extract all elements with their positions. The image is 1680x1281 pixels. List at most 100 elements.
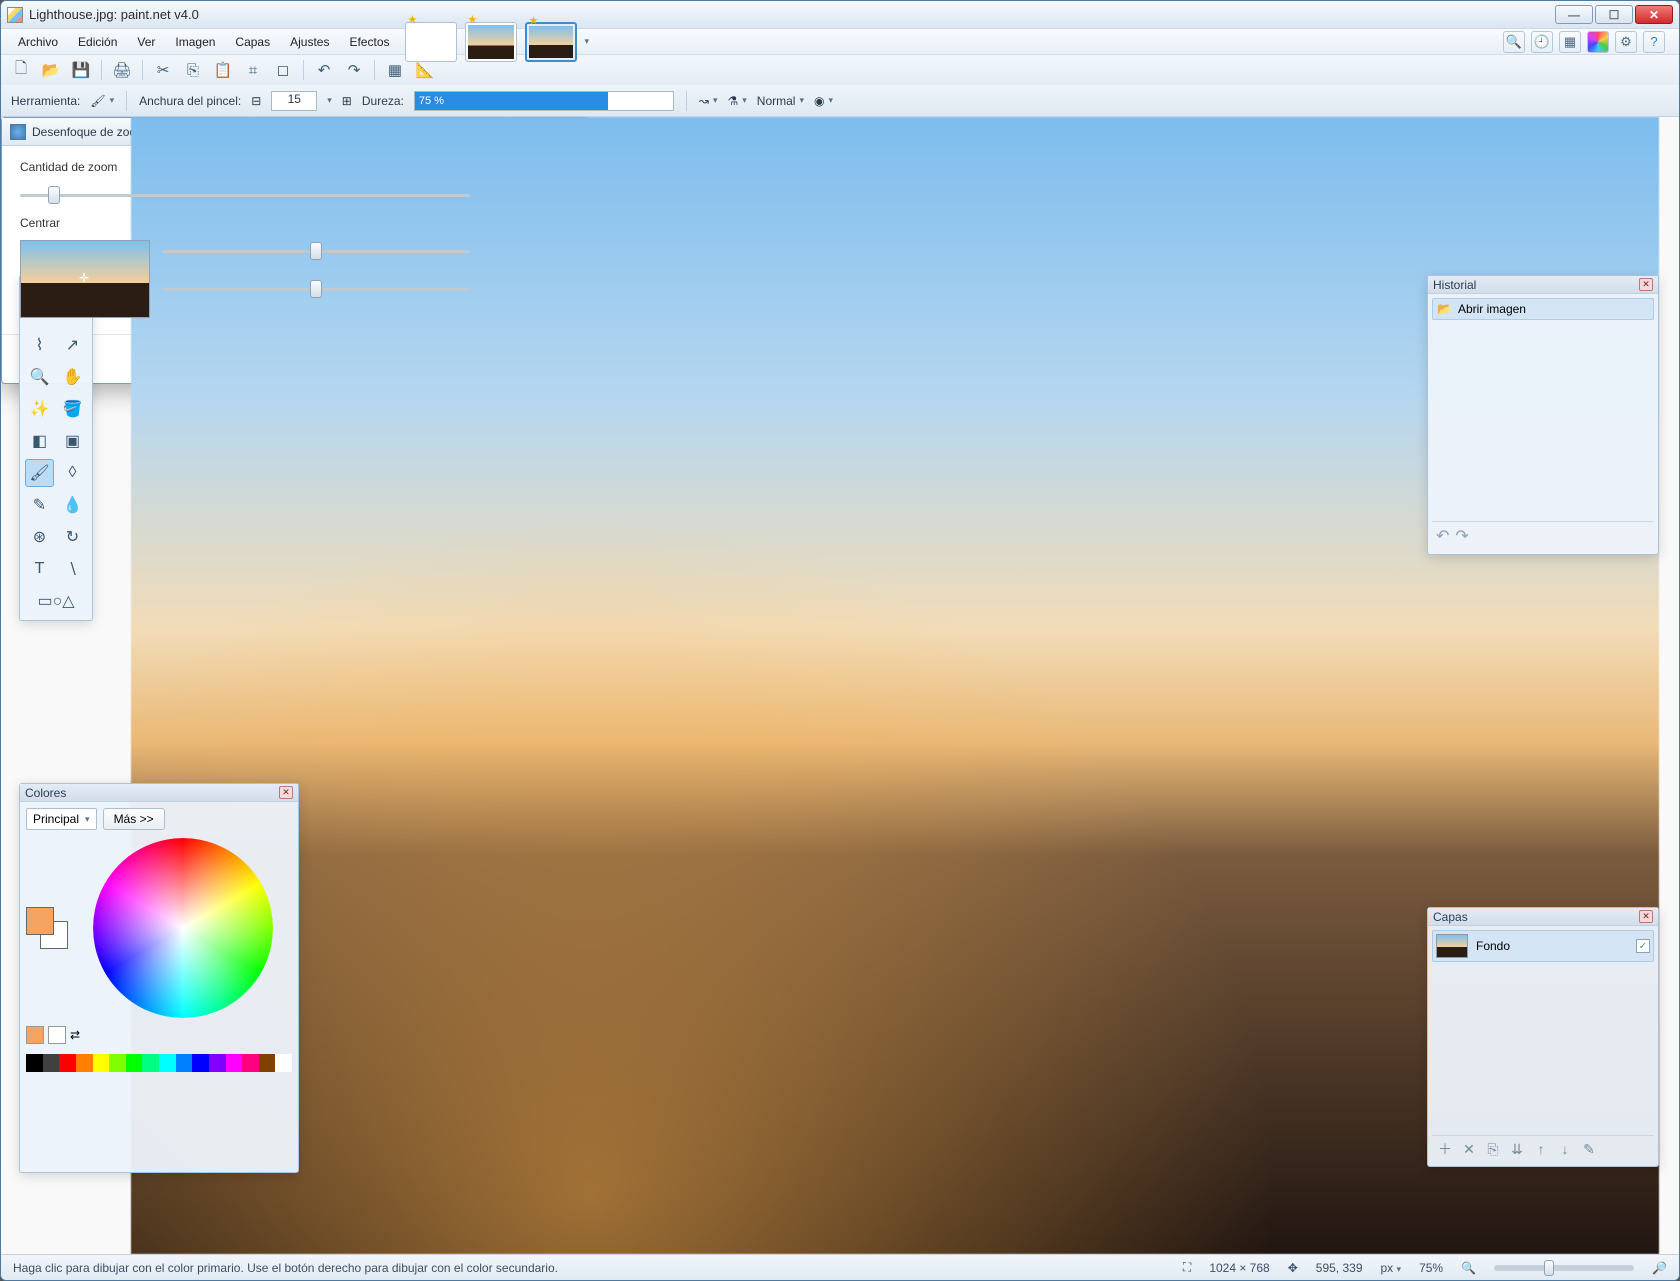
brush-width-input[interactable]: 15 [271, 91, 317, 111]
tool-pan[interactable]: ✋ [58, 363, 87, 391]
antialias-toggle[interactable]: ↝▾ [699, 94, 718, 108]
image-tab-1[interactable] [405, 22, 457, 62]
brush-width-dropdown-icon[interactable]: ▾ [327, 95, 332, 106]
tool-tolerance[interactable]: ▣ [58, 427, 87, 455]
image-tab-3[interactable] [525, 22, 577, 62]
zoom-out-icon[interactable]: 🔍 [1461, 1261, 1476, 1275]
tool-text[interactable]: T [25, 555, 54, 583]
tool-pencil[interactable]: ✎ [25, 491, 54, 519]
ruler-icon[interactable]: 📐 [413, 58, 437, 82]
palette-swatch[interactable] [59, 1054, 76, 1072]
tool-eraser[interactable]: ◊ [58, 459, 87, 487]
layer-visibility-checkbox[interactable]: ✓ [1636, 939, 1650, 953]
increment-width-icon[interactable]: ⊞ [342, 94, 352, 108]
palette-swatch[interactable] [242, 1054, 259, 1072]
undo-icon[interactable]: ↶ [312, 58, 336, 82]
tool-lasso[interactable]: ⌇ [25, 331, 54, 359]
tool-selector[interactable]: 🖌▾ [90, 94, 114, 108]
save-file-icon[interactable]: 💾 [69, 58, 93, 82]
primary-color-swatch[interactable] [26, 907, 54, 935]
zoom-in-icon[interactable]: 🔎 [1652, 1261, 1667, 1275]
palette-swatch[interactable] [176, 1054, 193, 1072]
history-item[interactable]: 📂 Abrir imagen [1432, 298, 1654, 320]
tool-magic-wand[interactable]: ✨ [25, 395, 54, 423]
decrement-width-icon[interactable]: ⊟ [251, 94, 261, 108]
deselect-icon[interactable]: ◻ [271, 58, 295, 82]
redo-icon[interactable]: ↷ [342, 58, 366, 82]
print-icon[interactable]: 🖨 [110, 58, 134, 82]
tabs-dropdown-icon[interactable]: ▾ [585, 36, 590, 47]
center-target-icon[interactable]: ✛ [79, 271, 89, 285]
palette-swatch[interactable] [192, 1054, 209, 1072]
cut-icon[interactable]: ✂ [151, 58, 175, 82]
tool-gradient[interactable]: ◧ [25, 427, 54, 455]
history-window-toggle[interactable]: 🕘 [1531, 31, 1553, 53]
center-x-slider[interactable] [162, 241, 470, 261]
layers-panel-close-icon[interactable]: ✕ [1639, 910, 1653, 923]
layer-opacity-toggle[interactable]: ◉▾ [814, 94, 833, 108]
tools-panel[interactable]: Herr... ✕ ▭ ➤ ⌇ ↗ 🔍 ✋ ✨ 🪣 ◧ ▣ 🖌 ◊ ✎ 💧 ⊛ … [19, 275, 93, 621]
palette-swatch[interactable] [76, 1054, 93, 1072]
duplicate-layer-icon[interactable]: ⎘ [1483, 1139, 1503, 1159]
color-palette[interactable] [26, 1054, 292, 1072]
zoom-slider[interactable] [1494, 1265, 1634, 1271]
palette-swatch[interactable] [226, 1054, 243, 1072]
center-preview[interactable]: ✛ [20, 240, 150, 318]
move-layer-up-icon[interactable]: ↑ [1531, 1139, 1551, 1159]
history-panel-close-icon[interactable]: ✕ [1639, 278, 1653, 291]
blend-mode-selector[interactable]: Normal▾ [757, 94, 804, 108]
copy-icon[interactable]: ⎘ [181, 58, 205, 82]
maximize-button[interactable]: ☐ [1595, 5, 1633, 24]
menu-efectos[interactable]: Efectos [340, 32, 398, 52]
palette-swatch[interactable] [209, 1054, 226, 1072]
center-y-slider[interactable] [162, 279, 470, 299]
crop-icon[interactable]: ⌗ [241, 58, 265, 82]
palette-swatch[interactable] [142, 1054, 159, 1072]
palette-swatch[interactable] [43, 1054, 60, 1072]
tool-zoom[interactable]: 🔍 [25, 363, 54, 391]
menu-capas[interactable]: Capas [226, 32, 279, 52]
tool-paintbrush[interactable]: 🖌 [25, 459, 54, 487]
palette-swatch[interactable] [275, 1054, 292, 1072]
palette-swatch[interactable] [126, 1054, 143, 1072]
tool-color-picker[interactable]: 💧 [58, 491, 87, 519]
menu-imagen[interactable]: Imagen [166, 32, 224, 52]
tool-shapes[interactable]: ▭○△ [25, 587, 87, 615]
layer-properties-icon[interactable]: ✎ [1579, 1139, 1599, 1159]
palette-swatch[interactable] [109, 1054, 126, 1072]
recent-color-1[interactable] [26, 1026, 44, 1044]
history-redo-icon[interactable]: ↷ [1455, 526, 1468, 546]
open-file-icon[interactable]: 📂 [39, 58, 63, 82]
zoom-amount-slider[interactable] [20, 185, 470, 205]
layers-window-toggle[interactable]: ▦ [1559, 31, 1581, 53]
add-layer-icon[interactable]: ＋ [1435, 1139, 1455, 1159]
delete-layer-icon[interactable]: ✕ [1459, 1139, 1479, 1159]
tool-recolor[interactable]: ↻ [58, 523, 87, 551]
history-undo-icon[interactable]: ↶ [1436, 526, 1449, 546]
minimize-button[interactable]: — [1555, 5, 1593, 24]
menu-ver[interactable]: Ver [128, 32, 164, 52]
color-mode-selector[interactable]: Principal ▾ [26, 808, 97, 830]
layers-panel[interactable]: Capas ✕ Fondo ✓ ＋ ✕ ⎘ ⇊ ↑ ↓ ✎ [1427, 907, 1659, 1167]
colors-panel[interactable]: Colores ✕ Principal ▾ Más >> [19, 783, 299, 1173]
close-button[interactable]: ✕ [1635, 5, 1673, 24]
paste-icon[interactable]: 📋 [211, 58, 235, 82]
palette-swatch[interactable] [26, 1054, 43, 1072]
colors-panel-close-icon[interactable]: ✕ [279, 786, 293, 799]
menu-archivo[interactable]: Archivo [9, 32, 67, 52]
colors-window-toggle[interactable] [1587, 31, 1609, 53]
grid-icon[interactable]: ▦ [383, 58, 407, 82]
color-wheel[interactable] [93, 838, 273, 1018]
tool-line[interactable]: ∖ [58, 555, 87, 583]
history-panel[interactable]: Historial ✕ 📂 Abrir imagen ↶ ↷ [1427, 275, 1659, 555]
help-button[interactable]: ? [1643, 31, 1665, 53]
image-tab-2[interactable] [465, 22, 517, 62]
hardness-slider[interactable]: 75 % [414, 91, 674, 111]
move-layer-down-icon[interactable]: ↓ [1555, 1139, 1575, 1159]
palette-swatch[interactable] [159, 1054, 176, 1072]
swap-colors-icon[interactable]: ⇄ [70, 1028, 80, 1042]
colors-more-button[interactable]: Más >> [103, 808, 165, 830]
color-swatches[interactable] [26, 907, 68, 949]
fill-style-toggle[interactable]: ⚗▾ [727, 94, 746, 108]
tool-move-pixels[interactable]: ↗ [58, 331, 87, 359]
